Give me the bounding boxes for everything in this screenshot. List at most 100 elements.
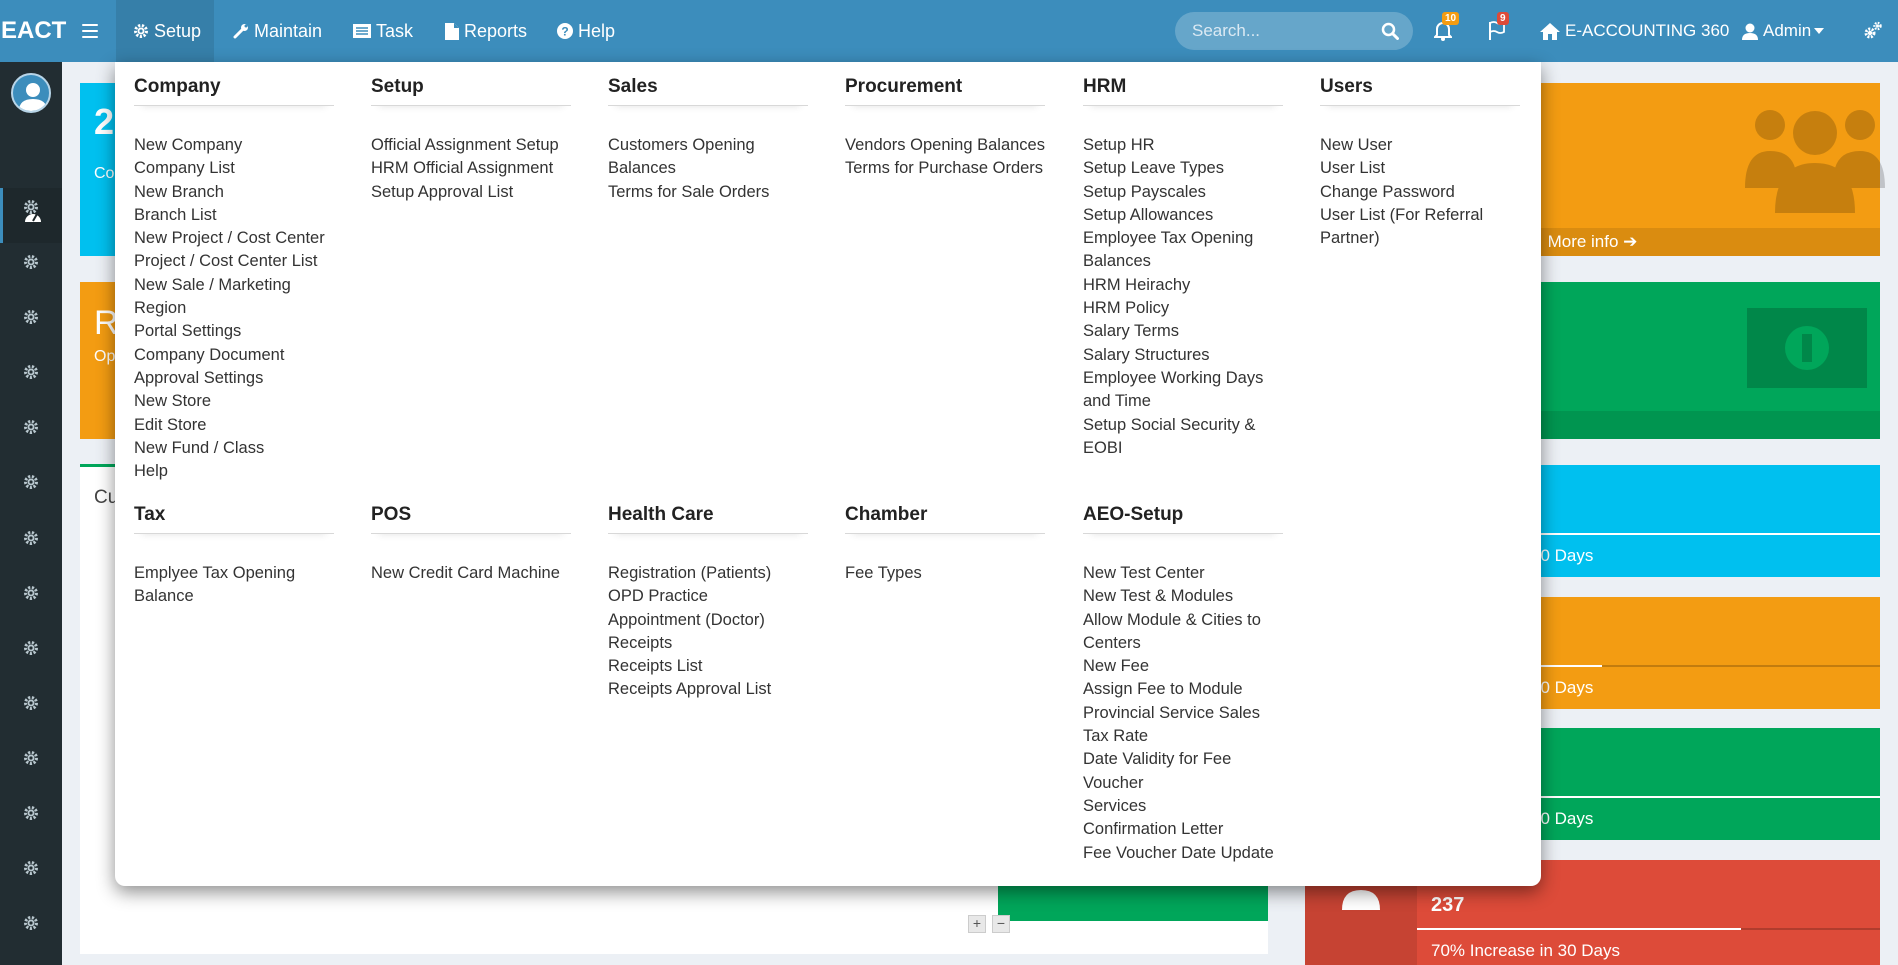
nav-maintain[interactable]: Maintain — [233, 0, 322, 62]
menu-item[interactable]: Customers Opening Balances — [608, 134, 808, 181]
menu-item[interactable]: Services — [1083, 795, 1283, 818]
menu-item[interactable]: Company List — [134, 157, 334, 180]
menu-item[interactable]: Edit Store — [134, 414, 334, 437]
menu-column-setup: Setup Official Assignment Setup HRM Offici… — [371, 76, 571, 204]
menu-item[interactable]: New Branch — [134, 181, 334, 204]
zoom-in-button[interactable]: + — [968, 915, 986, 933]
menu-item[interactable]: Employee Working Days and Time — [1083, 367, 1283, 414]
sidebar-item-module[interactable] — [0, 179, 62, 234]
menu-item[interactable]: Salary Terms — [1083, 320, 1283, 343]
menu-item[interactable]: Portal Settings — [134, 320, 334, 343]
flags-badge: 9 — [1497, 12, 1509, 25]
menu-item[interactable]: User List — [1320, 157, 1520, 180]
sidebar-item-module[interactable] — [0, 840, 62, 895]
sidebar-item-module[interactable] — [0, 620, 62, 675]
menu-item[interactable]: Appointment (Doctor) — [608, 609, 808, 632]
menu-item[interactable]: Vendors Opening Balances — [845, 134, 1045, 157]
menu-item[interactable]: Approval Settings — [134, 367, 334, 390]
company-menu[interactable]: E-ACCOUNTING 360 — [1540, 0, 1729, 62]
sidebar-item-module[interactable] — [0, 895, 62, 950]
app-logo[interactable]: EACT — [0, 0, 66, 62]
sidebar — [0, 62, 62, 965]
menu-item[interactable]: Setup Payscales — [1083, 181, 1283, 204]
sidebar-item-module[interactable] — [0, 454, 62, 509]
menu-item[interactable]: Emplyee Tax Opening Balance — [134, 562, 334, 609]
menu-item[interactable]: New Test & Modules — [1083, 585, 1283, 608]
menu-item[interactable]: New Store — [134, 390, 334, 413]
settings-button[interactable] — [1858, 0, 1888, 62]
user-menu[interactable]: Admin — [1742, 0, 1829, 62]
menu-item[interactable]: HRM Heirachy — [1083, 274, 1283, 297]
sidebar-item-module[interactable] — [0, 510, 62, 565]
nav-reports[interactable]: Reports — [445, 0, 527, 62]
sidebar-item-module[interactable] — [0, 289, 62, 344]
menu-list: Fee Types — [845, 562, 1045, 585]
menu-item[interactable]: Company Document — [134, 344, 334, 367]
search-input[interactable] — [1192, 21, 1372, 41]
menu-item[interactable]: Receipts — [608, 632, 808, 655]
menu-item[interactable]: Terms for Purchase Orders — [845, 157, 1045, 180]
menu-section-title: HRM — [1083, 76, 1283, 106]
notifications-button[interactable]: 10 — [1428, 0, 1460, 62]
menu-item[interactable]: Fee Voucher Date Update — [1083, 842, 1283, 865]
menu-column-pos: POS New Credit Card Machine — [371, 504, 571, 585]
sidebar-item-module[interactable] — [0, 730, 62, 785]
zoom-out-button[interactable]: − — [992, 915, 1010, 933]
menu-item[interactable]: New User — [1320, 134, 1520, 157]
svg-text:?: ? — [561, 25, 568, 39]
menu-item[interactable]: Setup Approval List — [371, 181, 571, 204]
flags-button[interactable]: 9 — [1482, 0, 1512, 62]
nav-setup[interactable]: Setup — [116, 0, 214, 62]
sidebar-item-module[interactable] — [0, 399, 62, 454]
sidebar-item-module[interactable] — [0, 344, 62, 399]
gear-icon — [24, 750, 38, 765]
menu-item[interactable]: New Fee — [1083, 655, 1283, 678]
menu-item[interactable]: Allow Module & Cities to Centers — [1083, 609, 1283, 656]
menu-item[interactable]: Registration (Patients) — [608, 562, 808, 585]
menu-item[interactable]: Official Assignment Setup — [371, 134, 571, 157]
menu-item[interactable]: Setup Leave Types — [1083, 157, 1283, 180]
menu-item[interactable]: Setup Social Security & EOBI — [1083, 414, 1283, 461]
menu-item[interactable]: New Fund / Class — [134, 437, 334, 460]
menu-item[interactable]: Setup Allowances — [1083, 204, 1283, 227]
menu-item[interactable]: Terms for Sale Orders — [608, 181, 808, 204]
menu-item[interactable]: HRM Policy — [1083, 297, 1283, 320]
sidebar-item-module[interactable] — [0, 785, 62, 840]
menu-item[interactable]: Fee Types — [845, 562, 1045, 585]
nav-help[interactable]: ? Help — [557, 0, 615, 62]
menu-item[interactable]: Provincial Service Sales Tax Rate — [1083, 702, 1283, 749]
gear-icon — [24, 199, 38, 214]
menu-section-title: Users — [1320, 76, 1520, 106]
menu-item[interactable]: Region — [134, 297, 334, 320]
menu-item[interactable]: Salary Structures — [1083, 344, 1283, 367]
menu-item[interactable]: OPD Practice — [608, 585, 808, 608]
search-icon[interactable] — [1381, 22, 1399, 40]
menu-item[interactable]: Help — [134, 460, 334, 483]
menu-item[interactable]: New Project / Cost Center — [134, 227, 334, 250]
menu-item[interactable]: User List (For Referral Partner) — [1320, 204, 1520, 251]
menu-list: Registration (Patients) OPD Practice Appoi… — [608, 562, 808, 702]
nav-task[interactable]: Task — [353, 0, 413, 62]
menu-list: New Company Company List New Branch Branch … — [134, 134, 334, 483]
user-avatar[interactable] — [11, 73, 51, 113]
menu-item[interactable]: Change Password — [1320, 181, 1520, 204]
menu-item[interactable]: Receipts List — [608, 655, 808, 678]
menu-item[interactable]: HRM Official Assignment — [371, 157, 571, 180]
menu-item[interactable]: Employee Tax Opening Balances — [1083, 227, 1283, 274]
sidebar-item-module[interactable] — [0, 675, 62, 730]
menu-item[interactable]: Date Validity for Fee Voucher — [1083, 748, 1283, 795]
menu-item[interactable]: Setup HR — [1083, 134, 1283, 157]
menu-item[interactable]: New Test Center — [1083, 562, 1283, 585]
menu-item[interactable]: New Company — [134, 134, 334, 157]
menu-item[interactable]: Branch List — [134, 204, 334, 227]
sidebar-item-module[interactable] — [0, 234, 62, 289]
sidebar-toggle-button[interactable] — [72, 0, 108, 62]
sidebar-item-module[interactable] — [0, 565, 62, 620]
menu-item[interactable]: Receipts Approval List — [608, 678, 808, 701]
gear-icon — [24, 860, 38, 875]
menu-item[interactable]: Project / Cost Center List — [134, 250, 334, 273]
menu-item[interactable]: Confirmation Letter — [1083, 818, 1283, 841]
menu-item[interactable]: New Sale / Marketing — [134, 274, 334, 297]
menu-item[interactable]: New Credit Card Machine — [371, 562, 571, 585]
menu-item[interactable]: Assign Fee to Module — [1083, 678, 1283, 701]
